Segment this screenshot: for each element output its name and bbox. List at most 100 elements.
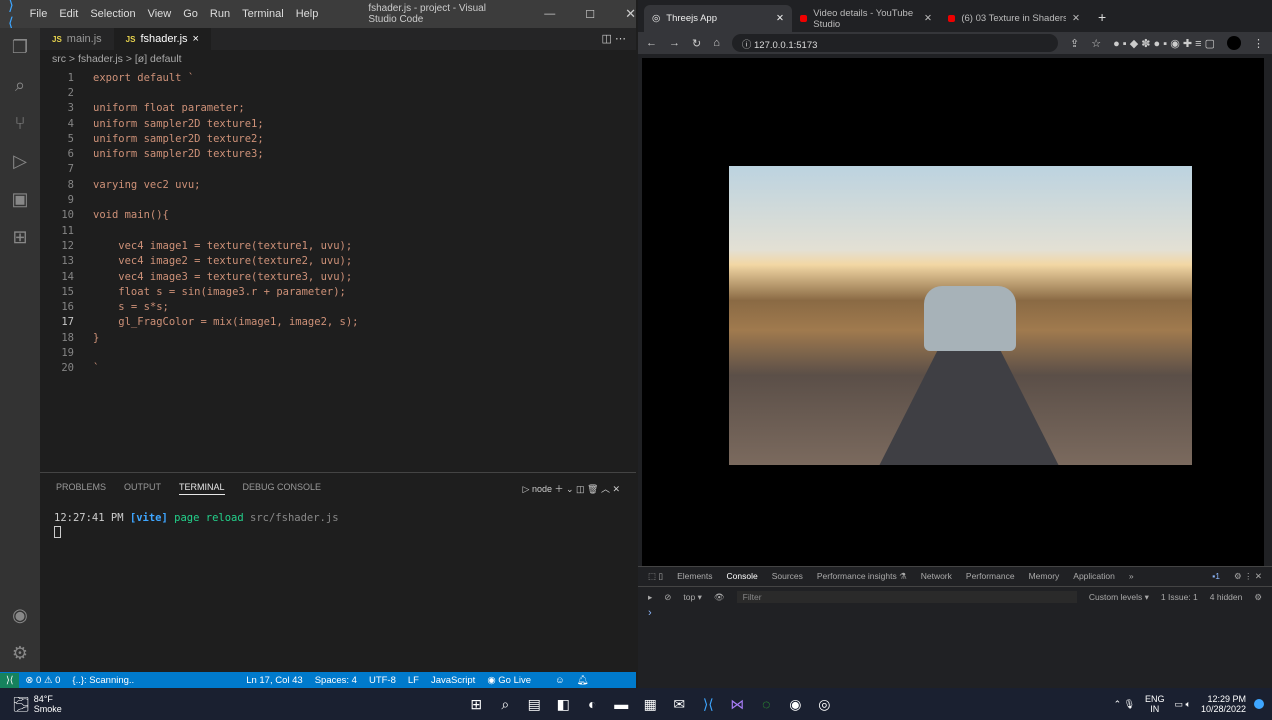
language-mode[interactable]: JavaScript: [431, 675, 475, 686]
tab-close-icon[interactable]: ✕: [924, 13, 932, 24]
inspect-icon[interactable]: ⬚ ▯: [648, 571, 663, 582]
eye-icon[interactable]: 👁︎: [714, 592, 725, 603]
menu-kebab-icon[interactable]: ⋮: [1253, 37, 1264, 50]
start-icon[interactable]: ⊞: [462, 696, 491, 713]
context-select[interactable]: top ▾: [683, 592, 701, 603]
menu-file[interactable]: File: [30, 8, 48, 20]
profile-avatar[interactable]: [1227, 36, 1241, 50]
chrome-icon[interactable]: ◉: [781, 696, 810, 713]
run-debug-icon[interactable]: ▷: [0, 142, 40, 180]
source-control-icon[interactable]: ⑂: [0, 104, 40, 142]
console-prompt[interactable]: ›: [638, 607, 1272, 619]
cursor-position[interactable]: Ln 17, Col 43: [246, 675, 303, 686]
bookmark-star-icon[interactable]: ☆: [1091, 37, 1101, 50]
new-tab-button[interactable]: +: [1088, 9, 1116, 32]
tab-texture-shaders[interactable]: (6) 03 Texture in Shaders - Thr ✕: [940, 5, 1088, 32]
devtools-tab-performance-insights[interactable]: Performance insights ⚗: [817, 571, 907, 582]
settings-gear-icon[interactable]: ⚙: [0, 634, 40, 672]
vscode-taskbar-icon[interactable]: ⟩⟨: [694, 696, 723, 713]
store-icon[interactable]: ▦: [636, 696, 665, 713]
devtools-settings-icon[interactable]: ⚙ ⋮ ✕: [1234, 571, 1262, 582]
issues-link[interactable]: 1 Issue: 1: [1161, 592, 1198, 602]
devtools-tab-console[interactable]: Console: [727, 571, 758, 582]
tray-icons[interactable]: ⌃ 🎙︎: [1114, 699, 1135, 710]
devtools-tab-application[interactable]: Application: [1073, 571, 1115, 582]
extensions-icon[interactable]: ⊞: [0, 218, 40, 256]
share-icon[interactable]: ⇪: [1070, 37, 1079, 50]
issues-badge[interactable]: ▪1: [1212, 571, 1220, 582]
tab-close-icon[interactable]: ×: [193, 33, 199, 45]
whatsapp-icon[interactable]: ◌: [752, 696, 781, 712]
devtools-tab-sources[interactable]: Sources: [772, 571, 803, 582]
weather-widget[interactable]: 84°F Smoke: [34, 694, 62, 714]
feedback-icon[interactable]: ☺: [555, 675, 565, 686]
network-volume-icon[interactable]: ▭ 🔈︎: [1175, 699, 1191, 710]
back-icon[interactable]: ←: [646, 37, 657, 49]
edge-icon[interactable]: ◐: [578, 696, 607, 712]
code-editor[interactable]: 1 export default ` 2 3 uniform float paramet…: [40, 70, 630, 376]
file-explorer-icon[interactable]: ▬: [607, 696, 636, 712]
more-tabs-icon[interactable]: »: [1129, 571, 1134, 582]
split-editor-icon[interactable]: ◫ ⋯: [592, 28, 636, 50]
home-icon[interactable]: ⌂: [713, 37, 720, 49]
tab-terminal[interactable]: TERMINAL: [179, 482, 225, 495]
tab-threejs-app[interactable]: ◎ Threejs App ✕: [644, 5, 792, 32]
remote-icon[interactable]: ⟩⟨: [0, 672, 20, 688]
tab-debug-console[interactable]: DEBUG CONSOLE: [243, 482, 322, 495]
obs-icon[interactable]: ◎: [810, 696, 839, 713]
console-settings-icon[interactable]: ⚙: [1254, 592, 1262, 603]
menu-selection[interactable]: Selection: [90, 8, 135, 20]
notifications-icon[interactable]: 🔔︎: [577, 675, 589, 686]
remote-explorer-icon[interactable]: ▣: [0, 180, 40, 218]
webgl-canvas[interactable]: [642, 58, 1264, 566]
mail-icon[interactable]: ✉: [665, 696, 694, 713]
clear-console-icon[interactable]: ⊘: [664, 592, 671, 603]
close-button[interactable]: ✕: [625, 6, 636, 22]
reload-icon[interactable]: ↻: [692, 37, 701, 50]
breadcrumb[interactable]: src > fshader.js > [ø] default: [52, 53, 182, 65]
explorer-icon[interactable]: ❐: [0, 28, 40, 66]
tab-fshader-js[interactable]: JS fshader.js ×: [113, 28, 211, 50]
chat-icon[interactable]: ◧: [549, 696, 578, 713]
extensions-icon[interactable]: ● ▪ ◆ ✽ ● ▪ ◉ ✚ ≡ ▢: [1113, 37, 1215, 50]
filter-input[interactable]: Filter: [736, 591, 1077, 603]
visual-studio-icon[interactable]: ⋈: [723, 696, 752, 713]
search-icon[interactable]: ⌕: [491, 696, 520, 713]
maximize-button[interactable]: ☐: [585, 8, 595, 21]
account-icon[interactable]: ◉: [0, 596, 40, 634]
url-input[interactable]: ⓘ 127.0.0.1:5173: [731, 34, 1058, 52]
tab-problems[interactable]: PROBLEMS: [56, 482, 106, 495]
minimize-button[interactable]: —: [544, 8, 555, 20]
tab-close-icon[interactable]: ✕: [1072, 13, 1080, 24]
terminal-shell-select[interactable]: ▷ node ＋ ⌄ ◫ 🗑 ︿ ✕: [523, 482, 620, 495]
console-sidebar-icon[interactable]: ▸: [648, 592, 652, 603]
task-view-icon[interactable]: ▤: [520, 696, 549, 713]
problems-count[interactable]: ⊗ 0 ⚠ 0: [25, 675, 60, 686]
notification-icon[interactable]: [1254, 699, 1264, 709]
menu-go[interactable]: Go: [183, 8, 198, 20]
terminal-output[interactable]: 12:27:41 PM [vite] page reload src/fshad…: [40, 504, 636, 546]
tab-youtube-studio[interactable]: Video details - YouTube Studio ✕: [792, 5, 940, 32]
language-indicator[interactable]: ENG IN: [1145, 694, 1165, 714]
tab-output[interactable]: OUTPUT: [124, 482, 161, 495]
encoding[interactable]: UTF-8: [369, 675, 396, 686]
clock[interactable]: 12:29 PM 10/28/2022: [1201, 694, 1246, 714]
tab-main-js[interactable]: JS main.js: [40, 28, 114, 50]
menu-help[interactable]: Help: [296, 8, 319, 20]
code-text: uniform sampler2D texture3;: [93, 148, 264, 161]
devtools-tab-memory[interactable]: Memory: [1029, 571, 1060, 582]
menu-run[interactable]: Run: [210, 8, 230, 20]
devtools-tab-performance[interactable]: Performance: [966, 571, 1015, 582]
line-ending[interactable]: LF: [408, 675, 419, 686]
search-icon[interactable]: ⌕: [0, 66, 40, 104]
tab-close-icon[interactable]: ✕: [776, 13, 784, 24]
devtools-tab-network[interactable]: Network: [921, 571, 952, 582]
menu-edit[interactable]: Edit: [59, 8, 78, 20]
forward-icon[interactable]: →: [669, 37, 680, 49]
menu-terminal[interactable]: Terminal: [242, 8, 284, 20]
go-live-button[interactable]: ◉ Go Live: [487, 675, 543, 686]
indentation[interactable]: Spaces: 4: [315, 675, 357, 686]
log-levels-select[interactable]: Custom levels ▾: [1089, 592, 1149, 603]
devtools-tab-elements[interactable]: Elements: [677, 571, 712, 582]
menu-view[interactable]: View: [148, 8, 172, 20]
